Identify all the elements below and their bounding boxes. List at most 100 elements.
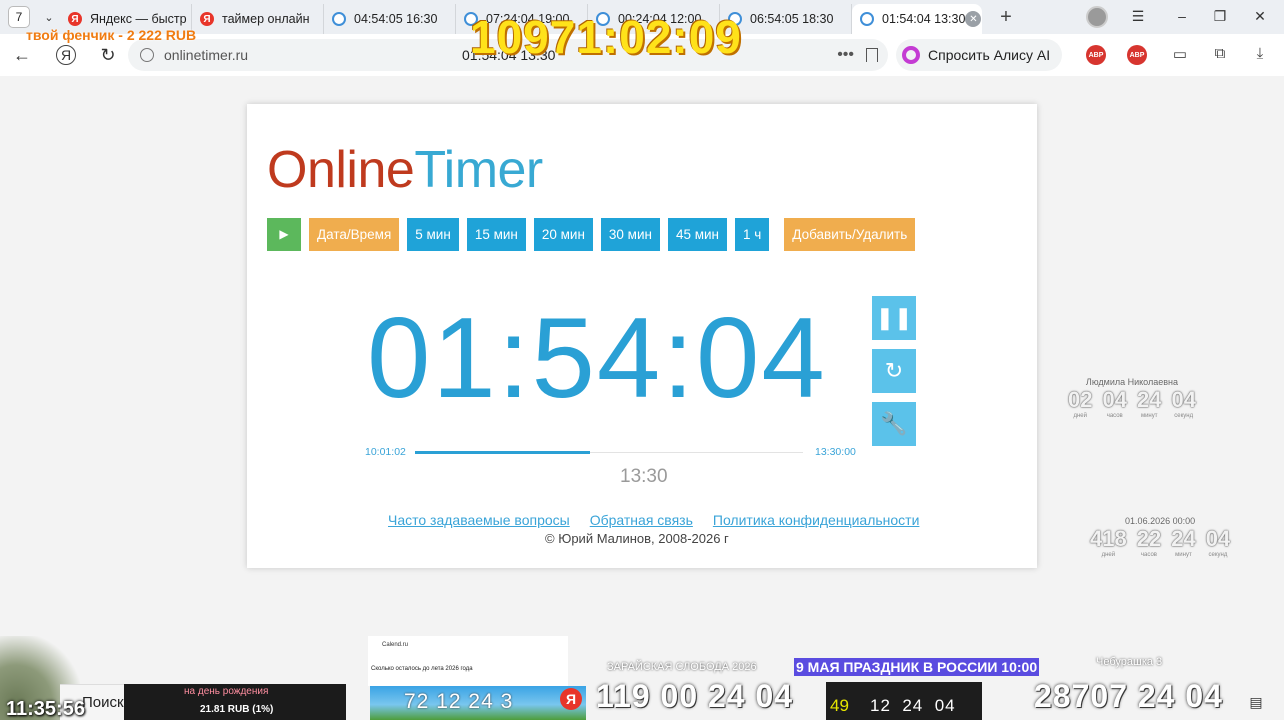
privacy-link[interactable]: Политика конфиденциальности — [713, 512, 920, 528]
tab-timer-active[interactable]: 01:54:04 13:30 ✕ — [852, 4, 982, 34]
widget-days: 418 — [1090, 526, 1127, 551]
widget-minutes: 24 — [1171, 526, 1196, 551]
progress-fill — [415, 451, 590, 454]
url-text: onlinetimer.ru — [164, 47, 249, 63]
timer-card: OnlineTimer ▶ Дата/Время 5 мин 15 мин 20… — [247, 104, 1037, 568]
cheburashka-label: Чебурашка 3 — [1096, 656, 1163, 668]
widget-minutes: 24 — [1136, 387, 1162, 412]
widget-seconds: 04 — [1171, 387, 1196, 412]
tab-label: Яндекс — быстр — [90, 12, 187, 26]
avatar[interactable] — [1086, 6, 1108, 28]
progress-end-time: 13:30:00 — [815, 446, 856, 458]
yandex-home-icon[interactable]: Я — [56, 45, 76, 65]
tab-label: 06:54:05 18:30 — [750, 12, 834, 26]
new-tab-button[interactable]: + — [992, 3, 1020, 31]
victory-day-banner: 9 МАЯ ПРАЗДНИК В РОССИИ 10:00 — [794, 658, 1040, 676]
back-arrow-icon[interactable]: ← — [8, 41, 36, 69]
search-label: Поиск — [82, 694, 124, 711]
tab-timer-search[interactable]: Я таймер онлайн — [192, 4, 324, 34]
pause-icon: ❚❚ — [875, 305, 913, 330]
widget-unit: дней — [1101, 552, 1116, 558]
widget-unit: секунд — [1174, 413, 1194, 419]
countdown-widget-2: 01.06.2026 00:00 418 дней 22 часов 24 минут… — [1090, 516, 1230, 558]
widget-days: 02 — [1068, 387, 1093, 412]
chat-icon[interactable]: ▤ — [1246, 694, 1266, 714]
yandex-icon: Я — [560, 688, 582, 710]
reload-icon[interactable]: ↻ — [94, 41, 122, 69]
collections-icon[interactable]: ▭ — [1170, 45, 1190, 65]
datetime-button[interactable]: Дата/Время — [309, 218, 400, 251]
restore-icon[interactable]: ❐ — [1210, 8, 1230, 25]
bookmark-icon[interactable] — [866, 48, 878, 62]
preset-30min-button[interactable]: 30 мин — [600, 218, 660, 251]
close-window-icon[interactable]: ✕ — [1250, 8, 1270, 25]
site-info-icon[interactable] — [140, 48, 154, 62]
dark-counter-days: 49 — [830, 696, 849, 715]
preset-5min-button[interactable]: 5 мин — [407, 218, 459, 251]
big-counter-2: 28707 24 04 — [1034, 678, 1223, 714]
menu-icon[interactable]: ☰ — [1128, 8, 1148, 25]
adblock-icon[interactable]: ABP — [1086, 45, 1106, 65]
donation-goal-box: на день рождения 21.81 RUB (1%) — [124, 684, 346, 720]
preset-45min-button[interactable]: 45 мин — [667, 218, 727, 251]
widget-unit: минут — [1175, 552, 1192, 558]
overlay-big-timer: 10971:02:09 — [470, 11, 742, 63]
widget-seconds: 04 — [1205, 526, 1231, 551]
download-icon[interactable]: ⤓ — [1250, 45, 1270, 65]
minimize-icon[interactable]: – — [1172, 8, 1192, 24]
widget-unit: часов — [1140, 552, 1157, 558]
play-button[interactable]: ▶ — [267, 218, 301, 251]
site-logo[interactable]: OnlineTimer — [267, 140, 543, 200]
tab-timer-1[interactable]: 04:54:05 16:30 — [324, 4, 456, 34]
footer-links: Часто задаваемые вопросы Обратная связь … — [388, 512, 939, 528]
preset-15min-button[interactable]: 15 мин — [466, 218, 526, 251]
alice-icon — [902, 46, 920, 64]
extensions-icon[interactable]: ⧉ — [1210, 45, 1230, 65]
yandex-icon: Я — [200, 12, 214, 26]
preset-20min-button[interactable]: 20 мин — [533, 218, 593, 251]
calend-page-preview: Calend.ru Сколько осталось до лета 2026 … — [368, 636, 568, 686]
feedback-link[interactable]: Обратная связь — [590, 512, 693, 528]
landscape-numbers: 72 12 24 3 — [404, 690, 514, 713]
ask-alice-button[interactable]: Спросить Алису AI — [896, 39, 1063, 71]
close-icon[interactable]: ✕ — [965, 11, 982, 27]
birthday-label: на день рождения — [184, 686, 269, 697]
restart-button[interactable]: ↻ — [872, 349, 916, 393]
widget-unit: дней — [1073, 413, 1087, 419]
countdown-display: 01:54:04 — [367, 295, 827, 422]
progress-start-time: 10:01:02 — [365, 446, 406, 458]
tab-label: 01:54:04 13:30 — [882, 12, 966, 26]
zaraysk-label: ЗАРАЙСКАЯ СЛОБОДА 2026 — [607, 661, 757, 673]
add-remove-button[interactable]: Добавить/Удалить — [784, 218, 916, 251]
landscape-counter: 72 12 24 3 — [370, 686, 586, 720]
more-dots-icon[interactable]: ••• — [837, 46, 854, 64]
alice-label: Спросить Алису AI — [928, 47, 1051, 63]
widget-hours: 22 — [1136, 526, 1162, 551]
faq-link[interactable]: Часто задаваемые вопросы — [388, 512, 570, 528]
widget-label: Людмила Николаевна — [1085, 377, 1178, 387]
donation-overlay: твой фенчик - 2 222 RUB — [26, 27, 197, 43]
pause-button[interactable]: ❚❚ — [872, 296, 916, 340]
tab-count-button[interactable]: 7 — [8, 6, 30, 28]
wrench-icon: 🔧 — [880, 411, 908, 436]
clock-icon — [332, 12, 346, 26]
settings-button[interactable]: 🔧 — [872, 402, 916, 446]
end-time-label: 13:30 — [620, 466, 668, 487]
preset-1h-button[interactable]: 1 ч — [735, 218, 770, 251]
toolbar: ▶ Дата/Время 5 мин 15 мин 20 мин 30 мин … — [267, 218, 923, 251]
logo-part-timer: Timer — [414, 141, 543, 199]
copyright: © Юрий Малинов, 2008-2026 г — [545, 531, 729, 546]
tab-label: 04:54:05 16:30 — [354, 12, 438, 26]
restart-icon: ↻ — [884, 358, 904, 383]
dark-counter: 49 12 24 04 — [826, 682, 982, 720]
adblock-icon[interactable]: ABP — [1127, 45, 1147, 65]
widget-label: 01.06.2026 00:00 — [1125, 516, 1196, 526]
chevron-down-icon[interactable]: ⌄ — [38, 6, 60, 28]
widget-hours: 04 — [1102, 387, 1127, 412]
big-counter-1: 119 00 24 04 — [596, 678, 794, 714]
dark-counter-time: 12 24 04 — [870, 696, 956, 715]
logo-part-online: Online — [267, 141, 415, 199]
bottom-overlay-strip: Поиск на день рождения 21.81 RUB (1%) 11… — [0, 636, 1284, 720]
widget-unit: секунд — [1208, 552, 1228, 558]
yandex-icon: Я — [68, 12, 82, 26]
